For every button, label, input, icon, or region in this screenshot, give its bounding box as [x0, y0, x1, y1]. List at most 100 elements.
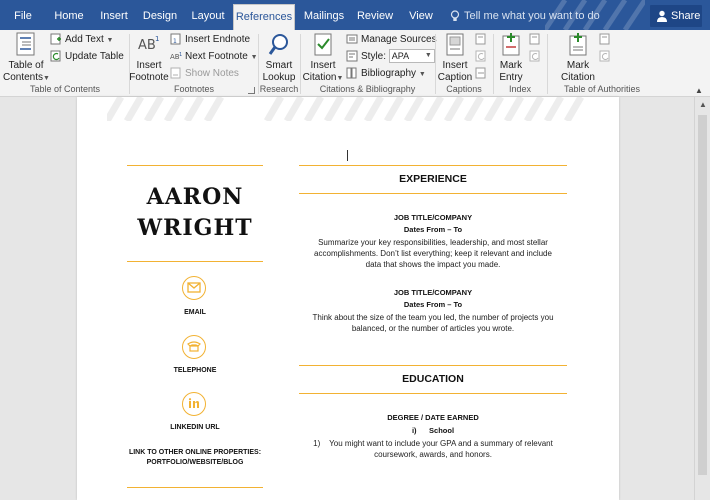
- footnote-icon: AB 1: [138, 35, 159, 53]
- style-value: APA: [391, 51, 410, 62]
- scroll-up-icon[interactable]: ▲: [699, 100, 707, 109]
- update-table-icon: [50, 50, 61, 62]
- chevron-down-icon: ▼: [43, 75, 50, 82]
- share-button[interactable]: Share: [650, 5, 702, 27]
- job1-description-line[interactable]: accomplishments. Don’t list everything; …: [299, 248, 567, 259]
- job1-description-line[interactable]: data that shows the impact you made.: [299, 259, 567, 270]
- insert-table-of-figures-icon[interactable]: [475, 33, 487, 45]
- manage-sources-button[interactable]: Manage Sources: [346, 32, 437, 47]
- magnifier-icon: [268, 34, 288, 55]
- email-icon-circle: [182, 276, 206, 300]
- group-label-index: Index: [508, 84, 532, 94]
- show-notes-icon: [170, 67, 181, 79]
- svg-text:AB: AB: [138, 38, 156, 53]
- table-of-contents-button[interactable]: Table of Contents▼: [3, 30, 50, 85]
- insert-table-of-authorities-icon[interactable]: [599, 33, 611, 45]
- gold-rule: [127, 165, 263, 166]
- tab-file[interactable]: File: [4, 0, 42, 30]
- telephone-icon-circle: [182, 335, 206, 359]
- mark-entry-button[interactable]: Mark Entry: [494, 30, 528, 84]
- style-icon: [346, 50, 358, 62]
- insert-caption-label-line2: Caption: [437, 72, 473, 83]
- job2-description-line[interactable]: balanced, or the number of articles you …: [299, 323, 567, 334]
- update-table-of-figures-icon[interactable]: [475, 50, 487, 62]
- toc-label-line2: Contents: [3, 72, 44, 83]
- update-table-of-authorities-icon[interactable]: [599, 50, 611, 62]
- education-description-line[interactable]: 1) You might want to include your GPA an…: [299, 438, 567, 449]
- footnote-label-line2: Footnote: [129, 72, 169, 83]
- school-line[interactable]: i) School: [299, 426, 567, 435]
- mark-citation-label-line1: Mark: [566, 60, 590, 71]
- footnotes-dialog-launcher[interactable]: [248, 87, 255, 94]
- job1-title[interactable]: JOB TITLE/COMPANY: [299, 213, 567, 222]
- collapse-ribbon-icon[interactable]: ▲: [695, 86, 703, 95]
- chevron-down-icon: ▼: [424, 52, 432, 60]
- name-first[interactable]: AARON: [127, 184, 263, 210]
- group-label-authorities: Table of Authorities: [563, 84, 641, 94]
- group-label-toc: Table of Contents: [29, 84, 101, 94]
- tab-mailings[interactable]: Mailings: [302, 0, 346, 30]
- online-properties-sublabel[interactable]: PORTFOLIO/WEBSITE/BLOG: [117, 459, 273, 466]
- smart-lookup-button[interactable]: Smart Lookup: [259, 30, 299, 84]
- chevron-down-icon: ▼: [106, 37, 114, 44]
- telephone-label[interactable]: TELEPHONE: [117, 367, 273, 374]
- online-properties-label[interactable]: LINK TO OTHER ONLINE PROPERTIES:: [117, 449, 273, 456]
- next-footnote-button[interactable]: AB 1 Next Footnote ▼: [170, 49, 258, 64]
- insert-footnote-button[interactable]: AB 1 Insert Footnote: [128, 30, 170, 84]
- name-last[interactable]: WRIGHT: [127, 215, 263, 241]
- update-index-icon[interactable]: [529, 50, 541, 62]
- job2-description-line[interactable]: Think about the size of the team you led…: [299, 312, 567, 323]
- gold-rule: [127, 487, 263, 488]
- insert-index-icon[interactable]: [529, 33, 541, 45]
- style-select[interactable]: APA ▼: [388, 49, 435, 64]
- gold-rule: [299, 365, 567, 366]
- tab-design[interactable]: Design: [140, 0, 180, 30]
- insert-endnote-button[interactable]: 1 Insert Endnote: [170, 32, 250, 47]
- add-text-button[interactable]: Add Text ▼: [50, 32, 113, 47]
- linkedin-label[interactable]: LINKEDIN URL: [117, 424, 273, 431]
- insert-citation-label-line2: Citation: [302, 72, 337, 83]
- tab-home[interactable]: Home: [48, 0, 90, 30]
- tab-references[interactable]: References: [233, 4, 295, 30]
- toc-label-line1: Table of: [8, 60, 44, 71]
- insert-citation-button[interactable]: Insert Citation▼: [301, 30, 345, 85]
- job2-title[interactable]: JOB TITLE/COMPANY: [299, 288, 567, 297]
- job1-dates[interactable]: Dates From – To: [299, 225, 567, 234]
- ribbon-references: Table of Contents▼ Add Text ▼ Update Tab…: [0, 30, 710, 97]
- tab-insert[interactable]: Insert: [94, 0, 134, 30]
- insert-caption-label-line1: Insert: [442, 60, 468, 71]
- mark-citation-button[interactable]: Mark Citation: [556, 30, 600, 84]
- citation-style-control[interactable]: Style: APA ▼: [346, 49, 435, 64]
- linkedin-icon-circle: [182, 392, 206, 416]
- update-table-button[interactable]: Update Table: [50, 49, 124, 64]
- mark-entry-icon: [502, 33, 520, 56]
- vertical-scrollbar[interactable]: ▲: [694, 97, 710, 500]
- insert-caption-button[interactable]: Insert Caption: [436, 30, 474, 84]
- smart-lookup-label-line1: Smart: [265, 60, 293, 71]
- group-label-research: Research: [259, 84, 299, 94]
- bibliography-icon: [346, 67, 357, 79]
- endnote-icon: 1: [170, 33, 181, 45]
- document-page[interactable]: AARON WRIGHT EMAIL TELEPHONE LINKEDIN UR…: [77, 97, 619, 500]
- tab-review[interactable]: Review: [355, 0, 395, 30]
- education-description-line[interactable]: coursework, awards, and honors.: [299, 449, 567, 460]
- bibliography-button[interactable]: Bibliography ▼: [346, 66, 426, 81]
- tell-me-box[interactable]: Tell me what you want to do: [450, 0, 600, 30]
- svg-text:1: 1: [155, 35, 159, 43]
- degree-line[interactable]: DEGREE / DATE EARNED: [299, 413, 567, 422]
- email-label[interactable]: EMAIL: [117, 309, 273, 316]
- experience-heading[interactable]: EXPERIENCE: [299, 173, 567, 185]
- header-stripe-pattern: [107, 97, 585, 121]
- job2-dates[interactable]: Dates From – To: [299, 300, 567, 309]
- job1-description-line[interactable]: Summarize your key responsibilities, lea…: [299, 237, 567, 248]
- cross-reference-icon[interactable]: [475, 67, 487, 79]
- next-footnote-label: Next Footnote: [185, 51, 248, 62]
- scrollbar-thumb[interactable]: [698, 115, 707, 475]
- tab-view[interactable]: View: [404, 0, 438, 30]
- envelope-icon: [187, 282, 201, 293]
- manage-sources-icon: [346, 34, 358, 44]
- chevron-down-icon: ▼: [418, 71, 426, 78]
- tab-layout[interactable]: Layout: [188, 0, 228, 30]
- education-heading[interactable]: EDUCATION: [299, 373, 567, 385]
- show-notes-button[interactable]: Show Notes: [170, 66, 239, 81]
